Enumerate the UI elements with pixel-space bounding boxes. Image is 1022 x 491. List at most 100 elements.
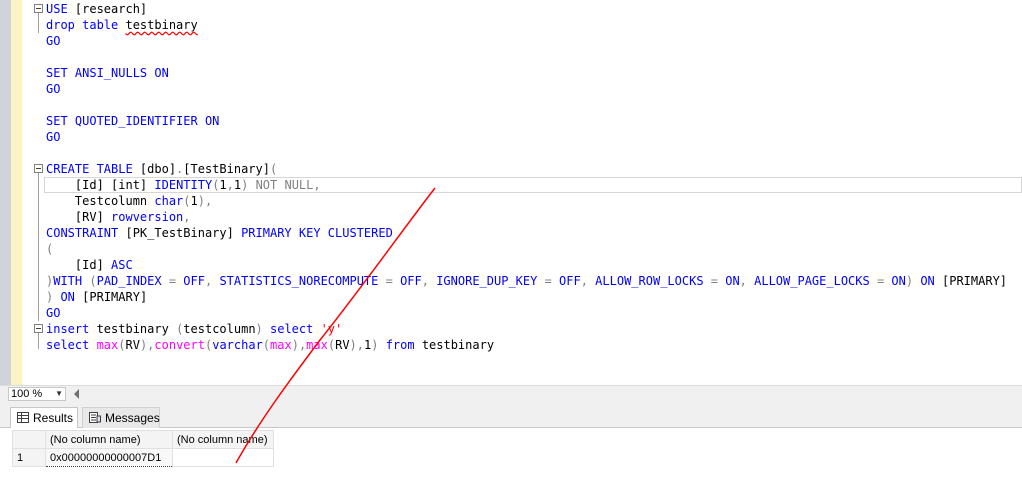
code-line[interactable]: [RV] rowversion, (46, 209, 191, 225)
code-token: ) (255, 322, 270, 336)
code-line[interactable]: [Id] ASC (46, 257, 133, 273)
code-token: ), (291, 338, 307, 352)
code-token: ) (46, 290, 61, 304)
code-line[interactable]: ) WITH (PAD_INDEX = OFF, STATISTICS_NOREC… (46, 273, 1007, 289)
code-token: , (226, 178, 234, 192)
code-token: [research] (67, 2, 148, 16)
code-token: PRIMARY KEY CLUSTERED (241, 226, 393, 240)
code-token: GO (46, 306, 61, 320)
code-token: GO (46, 82, 61, 96)
code-line[interactable]: SET QUOTED_IDENTIFIER ON (46, 113, 219, 129)
code-token: , (739, 274, 755, 288)
code-line[interactable]: insert testbinary (testcolumn) select 'y… (46, 321, 342, 337)
code-token: ALLOW_ROW_LOCKS (595, 274, 711, 288)
collapse-toggle-icon[interactable] (34, 324, 43, 333)
code-line[interactable]: ( (46, 241, 53, 257)
code-token: ) (905, 274, 921, 288)
code-token: = (710, 274, 726, 288)
scroll-left-icon[interactable] (74, 389, 79, 399)
code-token: CONSTRAINT (46, 226, 126, 240)
code-token: insert (46, 322, 97, 336)
code-token: ( (89, 274, 97, 288)
code-line[interactable]: GO (46, 129, 60, 145)
code-token: ( (46, 242, 54, 256)
code-token: USE (46, 2, 68, 16)
code-token: testbinary (421, 338, 495, 352)
code-token: [TestBinary] (183, 162, 270, 176)
code-line[interactable]: GO (46, 305, 60, 321)
row-number[interactable]: 1 (12, 448, 46, 467)
code-token: convert (154, 338, 205, 352)
code-token: ( (118, 338, 126, 352)
zoom-value: 100 % (11, 388, 43, 400)
code-token: from (385, 338, 422, 352)
zoom-select[interactable]: 100 % ▼ (8, 387, 66, 401)
code-token: [int] (111, 178, 155, 192)
code-line[interactable]: SET ANSI_NULLS ON (46, 65, 169, 81)
code-line[interactable]: drop table testbinary (46, 17, 198, 33)
code-line[interactable]: CONSTRAINT [PK_TestBinary] PRIMARY KEY C… (46, 225, 393, 241)
code-token: CREATE TABLE (46, 162, 140, 176)
code-line[interactable]: GO (46, 81, 60, 97)
code-token: ), (197, 194, 213, 208)
query-editor[interactable]: USE [research] drop table testbinary GO SET… (0, 0, 1022, 385)
code-token: ON (60, 290, 83, 304)
column-header[interactable]: (No column name) (45, 430, 173, 449)
code-token: ( (183, 194, 191, 208)
code-token: = (876, 274, 892, 288)
tab-results[interactable]: Results (10, 407, 78, 428)
code-token: ), (139, 338, 155, 352)
change-tracking-margin (11, 0, 22, 385)
code-token: [PK_TestBinary] (125, 226, 242, 240)
code-token: , (580, 274, 596, 288)
code-line[interactable]: [Id] [int] IDENTITY(1,1) NOT NULL, (46, 177, 321, 193)
code-token: , (421, 274, 437, 288)
code-line[interactable]: ) ON [PRIMARY] (46, 289, 147, 305)
code-token: [RV] (46, 210, 112, 224)
code-token: ALLOW_PAGE_LOCKS (754, 274, 877, 288)
code-token: OFF (183, 274, 205, 288)
code-token: char (154, 194, 184, 208)
code-token: , (183, 210, 191, 224)
chevron-down-icon[interactable]: ▼ (55, 388, 63, 400)
code-line[interactable]: select max(RV),convert(varchar(max),max(… (46, 337, 494, 353)
outline-margin (22, 0, 33, 385)
collapse-toggle-icon[interactable] (34, 4, 43, 13)
table-row[interactable]: 1 0x00000000000007D1 (12, 448, 274, 467)
code-token: ON (891, 274, 906, 288)
code-token: GO (46, 34, 61, 48)
code-token: , (204, 274, 220, 288)
code-line[interactable]: CREATE TABLE [dbo].[TestBinary]( (46, 161, 277, 177)
outline-fold-line (38, 173, 39, 321)
code-token: GO (46, 130, 61, 144)
horizontal-scrollbar[interactable] (82, 388, 1018, 400)
code-token: OFF (559, 274, 581, 288)
grid-cell[interactable] (172, 448, 274, 467)
tab-messages[interactable]: Messages (82, 407, 160, 428)
code-token: IGNORE_DUP_KEY (436, 274, 545, 288)
grid-cell[interactable]: 0x00000000000007D1 (45, 448, 173, 467)
editor-status-bar: 100 % ▼ (0, 385, 1022, 402)
tab-messages-label: Messages (105, 411, 160, 425)
code-token: ( (327, 338, 336, 352)
outline-fold-line (38, 13, 39, 33)
code-token: [Id] (46, 258, 112, 272)
code-token: IDENTITY (154, 178, 213, 192)
column-header[interactable]: (No column name) (172, 430, 274, 449)
results-tabbar: Results Messages (0, 402, 1022, 428)
editor-margin (0, 0, 11, 385)
collapse-toggle-icon[interactable] (34, 164, 43, 173)
grid-corner[interactable] (12, 430, 46, 449)
code-token: testcolumn (183, 322, 256, 336)
code-line[interactable]: GO (46, 33, 60, 49)
results-grid[interactable]: (No column name) (No column name) 1 0x00… (12, 430, 274, 467)
code-token: RV (125, 338, 140, 352)
code-token: ) NOT NULL, (241, 178, 321, 192)
code-line[interactable]: Testcolumn char(1), (46, 193, 212, 209)
code-token: testbinary (125, 18, 198, 32)
code-line[interactable]: USE [research] (46, 1, 147, 17)
code-token: ON (920, 274, 942, 288)
code-token: varchar (212, 338, 263, 352)
code-token: ) (371, 338, 386, 352)
code-token: max (96, 338, 119, 352)
